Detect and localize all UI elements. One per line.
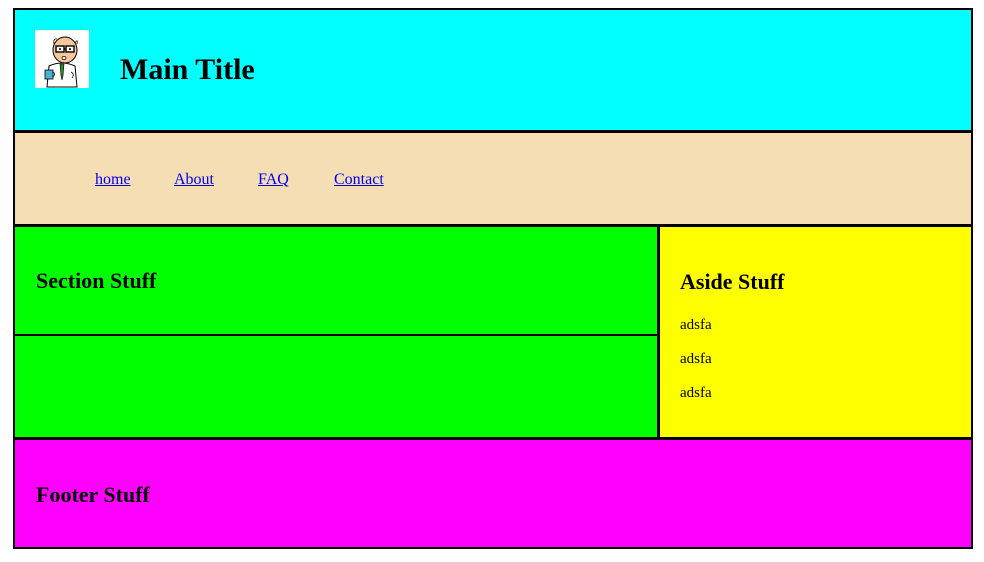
aside-item: adsfa [680, 351, 712, 367]
main-navigation: home About FAQ Contact [15, 133, 971, 227]
page-title: Main Title [120, 53, 255, 86]
nav-link-home[interactable]: home [95, 170, 131, 190]
section-content: Section Stuff [15, 227, 660, 437]
page-footer: Footer Stuff [15, 437, 971, 547]
page-header: Main Title [15, 10, 971, 133]
aside-item: adsfa [680, 317, 712, 333]
aside-heading: Aside Stuff [680, 269, 785, 294]
nav-link-contact[interactable]: Contact [334, 170, 384, 190]
section-header-block: Section Stuff [15, 227, 657, 336]
cartoon-character-icon [35, 30, 89, 88]
aside-panel: Aside Stuff adsfa adsfa adsfa [660, 227, 971, 437]
page-container: Main Title home About FAQ Contact Sectio… [13, 8, 973, 549]
footer-heading: Footer Stuff [36, 482, 150, 507]
nav-link-about[interactable]: About [174, 170, 214, 190]
nav-link-faq[interactable]: FAQ [258, 170, 289, 190]
section-heading: Section Stuff [36, 268, 157, 293]
aside-item: adsfa [680, 385, 712, 401]
